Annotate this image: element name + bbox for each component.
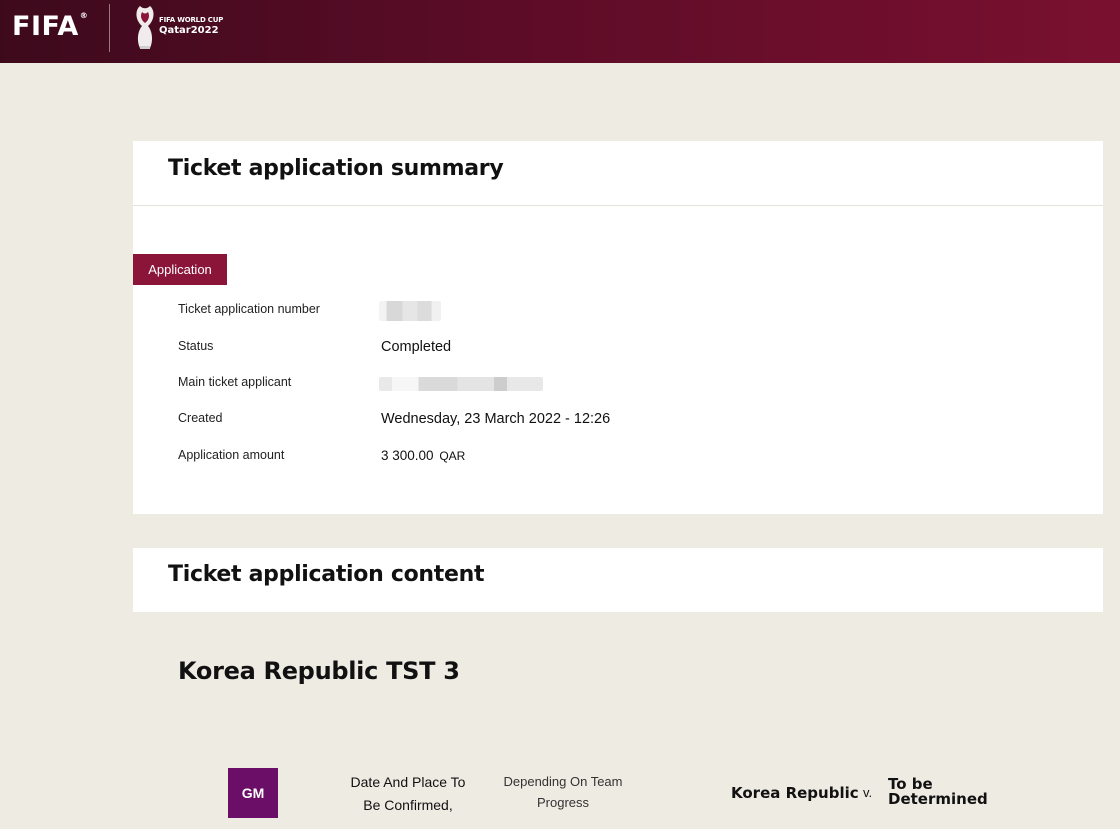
created-label: Created bbox=[178, 411, 223, 425]
fifa-logo-text: FIFA bbox=[12, 11, 79, 42]
logo-divider bbox=[109, 4, 110, 52]
application-amount-value: 3 300.00 QAR bbox=[381, 448, 465, 463]
application-content-card: Ticket application content bbox=[133, 548, 1103, 612]
match-condition: Depending On Team Progress bbox=[496, 771, 630, 813]
match-type-badge: GM bbox=[228, 768, 278, 818]
amount-number: 3 300.00 bbox=[381, 448, 434, 463]
application-number-redacted bbox=[379, 301, 441, 321]
content-title: Ticket application content bbox=[168, 562, 485, 587]
match-date-place: Date And Place To Be Confirmed, bbox=[340, 771, 476, 817]
main-applicant-redacted bbox=[379, 377, 543, 391]
created-value: Wednesday, 23 March 2022 - 12:26 bbox=[381, 411, 611, 427]
event-wordmark-line2: Qatar2022 bbox=[159, 25, 219, 36]
top-header: FIFA® FIFA WORLD CUP Qatar2022 bbox=[0, 0, 1120, 63]
registered-mark: ® bbox=[79, 11, 89, 20]
fifa-logo[interactable]: FIFA® bbox=[12, 11, 88, 42]
condition-line1: Depending On Team bbox=[503, 774, 623, 789]
event-wordmark-line1: FIFA WORLD CUP bbox=[159, 16, 224, 24]
versus-label: v. bbox=[863, 785, 873, 800]
summary-title: Ticket application summary bbox=[168, 156, 504, 181]
match-title: Korea Republic TST 3 bbox=[178, 657, 460, 685]
summary-card-header: Ticket application summary bbox=[133, 141, 1103, 206]
application-number-label: Ticket application number bbox=[178, 302, 320, 316]
world-cup-emblem-icon bbox=[136, 6, 154, 49]
amount-currency: QAR bbox=[439, 449, 466, 463]
event-wordmark: FIFA WORLD CUP Qatar2022 bbox=[159, 17, 223, 36]
date-place-line2: Be Confirmed, bbox=[363, 797, 453, 813]
status-label: Status bbox=[178, 339, 214, 353]
home-team: Korea Republic bbox=[731, 784, 859, 802]
condition-line2: Progress bbox=[536, 795, 590, 810]
main-applicant-label: Main ticket applicant bbox=[178, 375, 292, 389]
application-amount-label: Application amount bbox=[178, 448, 285, 462]
application-section-tag: Application bbox=[133, 254, 227, 285]
date-place-line1: Date And Place To bbox=[350, 774, 466, 790]
application-summary-card: Ticket application summary Application T… bbox=[133, 141, 1103, 514]
away-team: To be Determined bbox=[888, 775, 988, 808]
status-value: Completed bbox=[381, 339, 452, 355]
